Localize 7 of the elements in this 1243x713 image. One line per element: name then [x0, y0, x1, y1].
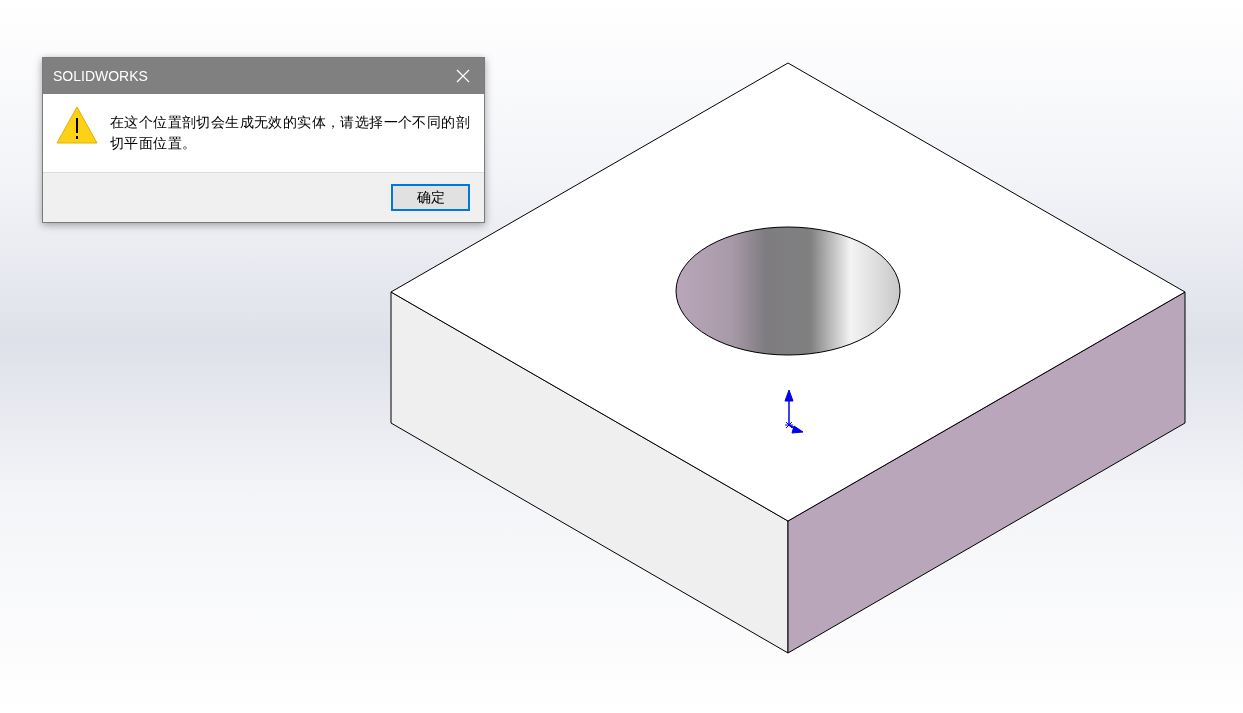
axis-triad-icon: [784, 389, 804, 434]
dialog-title: SOLIDWORKS: [53, 68, 148, 84]
close-icon: [456, 69, 470, 83]
ok-button[interactable]: 确定: [391, 184, 470, 211]
warning-icon: [56, 106, 98, 144]
close-button[interactable]: [454, 67, 472, 85]
dialog-message: 在这个位置剖切会生成无效的实体，请选择一个不同的剖切平面位置。: [110, 113, 471, 153]
